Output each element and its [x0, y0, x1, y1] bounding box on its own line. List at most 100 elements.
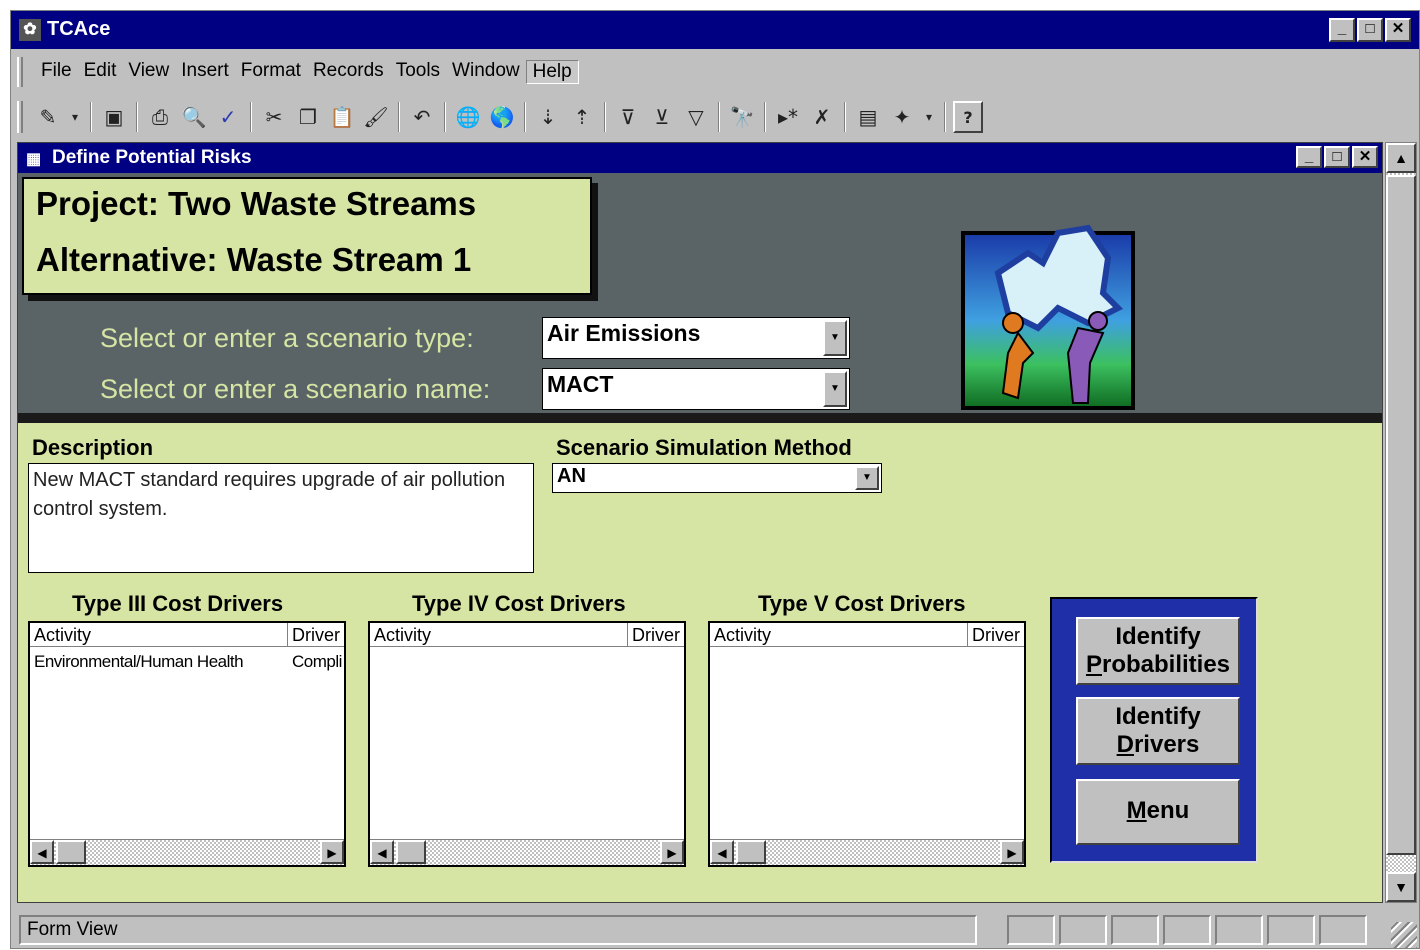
- scroll-thumb[interactable]: [396, 840, 426, 864]
- scroll-left-icon[interactable]: ◀: [30, 840, 54, 864]
- menu-edit[interactable]: Edit: [78, 60, 123, 84]
- filter-by-selection-icon[interactable]: ⊽: [613, 101, 643, 133]
- spelling-icon[interactable]: ✓: [213, 101, 243, 133]
- scroll-right-icon[interactable]: ▶: [1000, 840, 1024, 864]
- scroll-thumb[interactable]: [736, 840, 766, 864]
- chevron-down-icon[interactable]: ▼: [823, 371, 847, 407]
- paste-icon[interactable]: 📋: [327, 101, 357, 133]
- type3-title: Type III Cost Drivers: [72, 591, 284, 616]
- scenario-type-combo[interactable]: Air Emissions ▼: [542, 317, 850, 359]
- restore-icon[interactable]: □: [1324, 146, 1350, 168]
- driver-column-header[interactable]: Driver: [968, 623, 1024, 646]
- toolbar-separator: [764, 102, 766, 132]
- driver-column-header[interactable]: Driver: [628, 623, 684, 646]
- chevron-down-icon[interactable]: ▼: [855, 466, 879, 490]
- sort-descending-icon[interactable]: ⇡: [567, 101, 597, 133]
- horizontal-scrollbar[interactable]: ◀ ▶: [370, 839, 684, 865]
- driver-cell: Compli: [292, 652, 342, 671]
- status-indicator: [1111, 915, 1159, 945]
- sort-ascending-icon[interactable]: ⇣: [533, 101, 563, 133]
- chevron-down-icon[interactable]: ▼: [823, 320, 847, 356]
- list-header: Activity Driver: [370, 623, 684, 647]
- type5-cost-drivers-list[interactable]: Activity Driver ◀ ▶: [708, 621, 1026, 867]
- chevron-down-icon[interactable]: ▾: [921, 101, 937, 133]
- minimize-icon[interactable]: _: [1296, 146, 1322, 168]
- type5-title: Type V Cost Drivers: [758, 591, 966, 616]
- delete-record-icon[interactable]: ✗: [807, 101, 837, 133]
- menu-records[interactable]: Records: [307, 60, 390, 84]
- menu-grip[interactable]: [17, 57, 23, 87]
- undo-icon[interactable]: ↶: [407, 101, 437, 133]
- menu-insert[interactable]: Insert: [175, 60, 235, 84]
- horizontal-scrollbar[interactable]: ◀ ▶: [710, 839, 1024, 865]
- menu-file[interactable]: File: [35, 60, 78, 84]
- menu-format[interactable]: Format: [235, 60, 307, 84]
- menu-help[interactable]: Help: [525, 60, 579, 84]
- help-icon[interactable]: ?: [953, 101, 983, 133]
- new-record-icon[interactable]: ▸*: [773, 101, 803, 133]
- print-preview-icon[interactable]: 🔍: [179, 101, 209, 133]
- new-object-icon[interactable]: ✦: [887, 101, 917, 133]
- database-window-icon[interactable]: ▤: [853, 101, 883, 133]
- activity-column-header[interactable]: Activity: [370, 623, 628, 646]
- scroll-down-icon[interactable]: ▼: [1386, 872, 1416, 902]
- form-title-bar[interactable]: ▦ Define Potential Risks _ □ ✕: [18, 143, 1382, 173]
- toolbar-grip[interactable]: [17, 101, 23, 133]
- menu-view[interactable]: View: [122, 60, 175, 84]
- scroll-thumb[interactable]: [1386, 175, 1416, 855]
- menu-button[interactable]: Menu: [1076, 779, 1240, 845]
- maximize-icon[interactable]: □: [1357, 18, 1383, 42]
- toolbar-separator: [604, 102, 606, 132]
- scenario-type-label: Select or enter a scenario type:: [100, 323, 474, 353]
- filter-by-form-icon[interactable]: ⊻: [647, 101, 677, 133]
- scenario-name-combo[interactable]: MACT ▼: [542, 368, 850, 410]
- simulation-method-combo[interactable]: AN ▼: [552, 463, 882, 493]
- menu-tools[interactable]: Tools: [390, 60, 446, 84]
- copy-icon[interactable]: ❐: [293, 101, 323, 133]
- save-icon[interactable]: ▣: [99, 101, 129, 133]
- horizontal-scrollbar[interactable]: ◀ ▶: [30, 839, 344, 865]
- design-view-icon[interactable]: ✎: [33, 101, 63, 133]
- menu-window[interactable]: Window: [446, 60, 526, 84]
- form-header: Project: Two Waste Streams Alternative: …: [18, 173, 1382, 423]
- description-field[interactable]: New MACT standard requires upgrade of ai…: [28, 463, 534, 573]
- button-label-rest: rivers: [1133, 731, 1200, 758]
- app-title-bar[interactable]: ✿ TCAce _ □ ✕: [11, 11, 1419, 49]
- print-icon[interactable]: ⎙: [145, 101, 175, 133]
- scroll-left-icon[interactable]: ◀: [370, 840, 394, 864]
- list-item[interactable]: Environmental/Human Health Compli: [30, 649, 344, 675]
- type3-cost-drivers-list[interactable]: Activity Driver Environmental/Human Heal…: [28, 621, 346, 867]
- type4-cost-drivers-list[interactable]: Activity Driver ◀ ▶: [368, 621, 686, 867]
- find-icon[interactable]: 🔭: [727, 101, 757, 133]
- chevron-down-icon[interactable]: ▾: [67, 101, 83, 133]
- button-label-rest: robabilities: [1101, 651, 1231, 678]
- identify-probabilities-button[interactable]: Identify Probabilities: [1076, 617, 1240, 685]
- close-icon[interactable]: ✕: [1385, 18, 1411, 42]
- activity-column-header[interactable]: Activity: [710, 623, 968, 646]
- format-painter-icon[interactable]: 🖌: [361, 101, 391, 133]
- activity-column-header[interactable]: Activity: [30, 623, 288, 646]
- access-key: D: [1116, 731, 1134, 758]
- scenario-name-value: MACT: [547, 371, 614, 397]
- scroll-right-icon[interactable]: ▶: [320, 840, 344, 864]
- button-label-rest: enu: [1146, 797, 1190, 824]
- menu-bar: File Edit View Insert Format Records Too…: [11, 51, 1419, 93]
- scroll-up-icon[interactable]: ▲: [1386, 143, 1416, 173]
- cut-icon[interactable]: ✂: [259, 101, 289, 133]
- minimize-icon[interactable]: _: [1329, 18, 1355, 42]
- resize-grip-icon[interactable]: [1391, 922, 1417, 948]
- status-indicator: [1267, 915, 1315, 945]
- application-window: ✿ TCAce _ □ ✕ File Edit View Insert Form…: [10, 10, 1420, 949]
- scroll-left-icon[interactable]: ◀: [710, 840, 734, 864]
- toolbar-separator: [844, 102, 846, 132]
- web-toolbar-icon[interactable]: 🌎: [487, 101, 517, 133]
- tcace-app-icon[interactable]: ✿: [19, 19, 41, 41]
- insert-hyperlink-icon[interactable]: 🌐: [453, 101, 483, 133]
- scroll-thumb[interactable]: [56, 840, 86, 864]
- close-icon[interactable]: ✕: [1352, 146, 1378, 168]
- driver-column-header[interactable]: Driver: [288, 623, 344, 646]
- identify-drivers-button[interactable]: Identify Drivers: [1076, 697, 1240, 765]
- vertical-scrollbar[interactable]: ▲ ▼: [1385, 142, 1417, 903]
- scroll-right-icon[interactable]: ▶: [660, 840, 684, 864]
- apply-filter-icon[interactable]: ▽: [681, 101, 711, 133]
